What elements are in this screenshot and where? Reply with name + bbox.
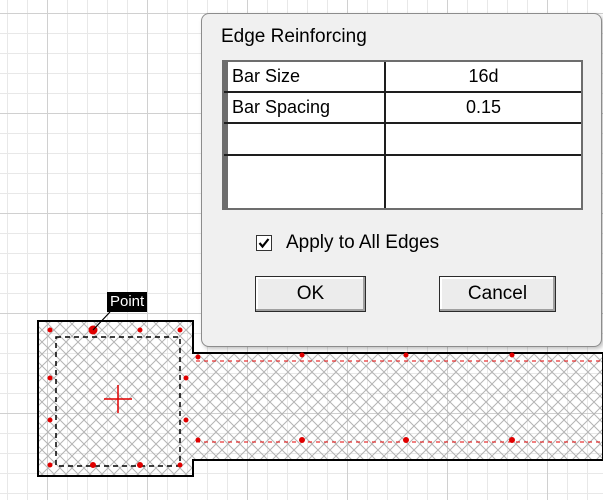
property-name: Bar Size xyxy=(224,62,386,91)
property-value[interactable]: 0.15 xyxy=(386,93,581,122)
bar-marker xyxy=(47,462,53,468)
ok-button[interactable]: OK xyxy=(255,276,366,312)
cancel-button[interactable]: Cancel xyxy=(439,276,556,312)
bar-marker xyxy=(509,437,515,443)
bar-marker xyxy=(177,327,183,333)
grid-row-bar-spacing[interactable]: Bar Spacing 0.15 xyxy=(224,93,581,124)
bar-marker xyxy=(509,352,515,358)
apply-all-edges-checkbox[interactable] xyxy=(256,235,272,251)
bar-marker xyxy=(137,462,143,468)
bar-marker xyxy=(183,417,189,423)
property-name xyxy=(224,124,386,154)
bar-marker xyxy=(183,375,189,381)
apply-all-edges-label: Apply to All Edges xyxy=(286,232,440,253)
bar-marker xyxy=(299,352,305,358)
checkmark-icon xyxy=(258,238,270,249)
property-value[interactable]: 16d xyxy=(386,62,581,91)
bar-marker xyxy=(137,327,143,333)
bar-marker xyxy=(47,417,53,423)
property-value[interactable] xyxy=(386,124,581,154)
bar-marker xyxy=(47,327,53,333)
grid-row-empty[interactable] xyxy=(224,124,581,156)
bar-marker xyxy=(195,437,201,443)
bar-marker xyxy=(403,437,409,443)
bar-marker xyxy=(403,352,409,358)
point-label: Point xyxy=(107,292,148,312)
grid-row-bar-size[interactable]: Bar Size 16d xyxy=(224,62,581,93)
bar-marker xyxy=(177,462,183,468)
bar-marker xyxy=(47,375,53,381)
property-value[interactable] xyxy=(386,156,581,208)
property-name xyxy=(224,156,386,208)
edge-reinforcing-dialog: Edge Reinforcing Bar Size 16d Bar Spacin… xyxy=(201,13,602,347)
property-grid: Bar Size 16d Bar Spacing 0.15 xyxy=(222,60,583,210)
bar-marker xyxy=(195,354,201,360)
property-name: Bar Spacing xyxy=(224,93,386,122)
grid-row-empty[interactable] xyxy=(224,156,581,208)
bar-marker xyxy=(299,437,305,443)
dialog-title: Edge Reinforcing xyxy=(221,26,367,47)
bar-marker xyxy=(90,462,96,468)
